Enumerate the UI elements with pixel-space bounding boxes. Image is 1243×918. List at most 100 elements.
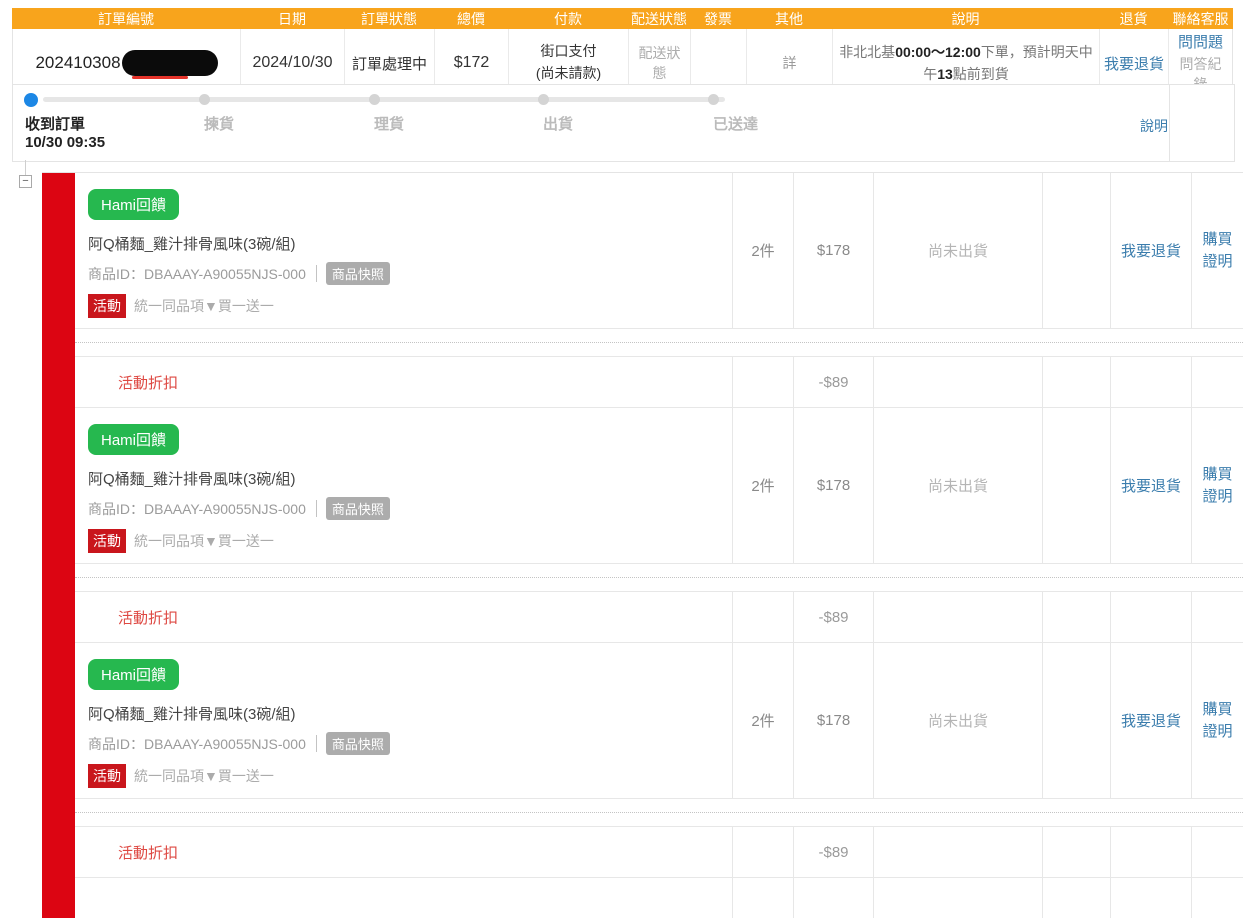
discount-amount: -$89	[794, 592, 874, 642]
discount-amount: -$89	[794, 357, 874, 407]
ask-question-link[interactable]: 問問題	[1178, 34, 1223, 51]
product-id-text: 商品ID：DBAAAY-A90055NJS-000	[88, 499, 306, 519]
red-marker-line	[132, 76, 188, 79]
panel-divider	[1169, 85, 1170, 161]
empty-cell	[1043, 878, 1111, 918]
empty-cell	[1192, 592, 1243, 642]
empty-cell	[75, 878, 733, 918]
dotted-separator	[75, 329, 1243, 357]
discount-amount: -$89	[794, 827, 874, 877]
product-cell: Hami回饋 阿Q桶麵_雞汁排骨風味(3碗/組) 商品ID：DBAAAY-A90…	[75, 173, 733, 328]
discount-row: 活動折扣 -$89	[75, 357, 1243, 408]
item-ship-status: 尚未出貨	[874, 643, 1043, 798]
col-header-description: 說明	[832, 9, 1099, 29]
item-price: $178	[794, 408, 874, 563]
discount-label: 活動折扣	[75, 827, 733, 877]
item-ship-status: 尚未出貨	[874, 408, 1043, 563]
empty-cell	[733, 878, 794, 918]
progress-help-link[interactable]: 說明	[1140, 116, 1168, 136]
step-label-shipped: 出貨	[543, 113, 573, 134]
progress-dot-picking	[199, 94, 210, 105]
step-received-time: 10/30 09:35	[25, 134, 105, 151]
item-row: Hami回饋 阿Q桶麵_雞汁排骨風味(3碗/組) 商品ID：DBAAAY-A90…	[75, 643, 1243, 799]
separator-line	[316, 735, 317, 752]
order-return-link[interactable]: 我要退貨	[1104, 53, 1164, 74]
discount-row: 活動折扣 -$89	[75, 592, 1243, 643]
product-name-link[interactable]: 阿Q桶麵_雞汁排骨風味(3碗/組)	[88, 468, 722, 489]
order-items-table: Hami回饋 阿Q桶麵_雞汁排骨風味(3碗/組) 商品ID：DBAAAY-A90…	[42, 172, 1243, 918]
empty-cell	[1043, 357, 1111, 407]
activity-badge: 活動	[88, 294, 126, 318]
col-header-order-number: 訂單編號	[12, 9, 240, 29]
redaction-blob	[122, 50, 218, 76]
order-number-text: 202410308	[35, 53, 120, 73]
activity-text: 統一同品項▼買一送一	[134, 766, 274, 786]
empty-cell	[874, 357, 1043, 407]
hami-reward-badge: Hami回饋	[88, 659, 179, 690]
col-header-contact-service: 聯絡客服	[1168, 9, 1233, 29]
empty-cell	[733, 592, 794, 642]
empty-cell	[1043, 643, 1111, 798]
empty-cell	[1111, 357, 1192, 407]
col-header-return: 退貨	[1099, 9, 1168, 29]
progress-dot-received	[24, 93, 38, 107]
activity-text: 統一同品項▼買一送一	[134, 531, 274, 551]
item-rows: Hami回饋 阿Q桶麵_雞汁排骨風味(3碗/組) 商品ID：DBAAAY-A90…	[75, 173, 1243, 918]
item-quantity: 2件	[733, 643, 794, 798]
step-label-delivered: 已送達	[713, 113, 758, 134]
activity-badge: 活動	[88, 764, 126, 788]
hami-reward-badge: Hami回饋	[88, 424, 179, 455]
shipping-description: 非北北基00:00～12:00下單，預計明天中午13點前到貨	[837, 41, 1095, 86]
progress-dot-shipped	[538, 94, 549, 105]
separator-line	[316, 265, 317, 282]
col-header-total: 總價	[434, 9, 508, 29]
item-return-link[interactable]: 我要退貨	[1121, 240, 1181, 261]
item-quantity: 2件	[733, 408, 794, 563]
col-header-other: 其他	[746, 9, 832, 29]
item-return-link[interactable]: 我要退貨	[1121, 710, 1181, 731]
empty-cell	[1192, 878, 1243, 918]
empty-cell	[1043, 827, 1111, 877]
activity-text: 統一同品項▼買一送一	[134, 296, 274, 316]
product-cell: Hami回饋 阿Q桶麵_雞汁排骨風味(3碗/組) 商品ID：DBAAAY-A90…	[75, 643, 733, 798]
empty-cell	[1043, 592, 1111, 642]
purchase-proof-link[interactable]: 購買證明	[1197, 229, 1238, 273]
progress-dot-packing	[369, 94, 380, 105]
empty-cell	[1043, 173, 1111, 328]
col-header-delivery-status: 配送狀態	[628, 9, 690, 29]
col-header-order-status: 訂單狀態	[344, 9, 434, 29]
item-ship-status: 尚未出貨	[874, 173, 1043, 328]
product-snapshot-button[interactable]: 商品快照	[326, 732, 390, 755]
activity-badge: 活動	[88, 529, 126, 553]
discount-label: 活動折扣	[75, 592, 733, 642]
dotted-separator	[75, 564, 1243, 592]
empty-cell	[1111, 592, 1192, 642]
progress-track	[43, 97, 725, 102]
red-group-bar	[42, 173, 75, 918]
col-header-date: 日期	[240, 9, 344, 29]
empty-cell	[1192, 827, 1243, 877]
discount-row: 活動折扣 -$89	[75, 827, 1243, 878]
dotted-separator	[75, 799, 1243, 827]
progress-dot-delivered	[708, 94, 719, 105]
product-cell: Hami回饋 阿Q桶麵_雞汁排骨風味(3碗/組) 商品ID：DBAAAY-A90…	[75, 408, 733, 563]
summary-header-row: 訂單編號 日期 訂單狀態 總價 付款 配送狀態 發票 其他 說明 退貨 聯絡客服	[12, 8, 1233, 29]
purchase-proof-link[interactable]: 購買證明	[1197, 464, 1238, 508]
clipped-next-row	[75, 878, 1243, 918]
product-name-link[interactable]: 阿Q桶麵_雞汁排骨風味(3碗/組)	[88, 703, 722, 724]
order-page: { "summary": { "headers": ["訂單編號","日期","…	[0, 0, 1243, 821]
product-snapshot-button[interactable]: 商品快照	[326, 497, 390, 520]
item-return-link[interactable]: 我要退貨	[1121, 475, 1181, 496]
item-row: Hami回饋 阿Q桶麵_雞汁排骨風味(3碗/組) 商品ID：DBAAAY-A90…	[75, 408, 1243, 564]
hami-reward-badge: Hami回饋	[88, 189, 179, 220]
empty-cell	[733, 827, 794, 877]
payment-method: 街口支付	[541, 41, 597, 63]
purchase-proof-link[interactable]: 購買證明	[1197, 699, 1238, 743]
product-snapshot-button[interactable]: 商品快照	[326, 262, 390, 285]
product-name-link[interactable]: 阿Q桶麵_雞汁排骨風味(3碗/組)	[88, 233, 722, 254]
empty-cell	[874, 878, 1043, 918]
empty-cell	[733, 357, 794, 407]
collapse-tree-icon[interactable]: −	[19, 175, 32, 188]
item-price: $178	[794, 173, 874, 328]
tree-connector-line	[25, 160, 26, 176]
